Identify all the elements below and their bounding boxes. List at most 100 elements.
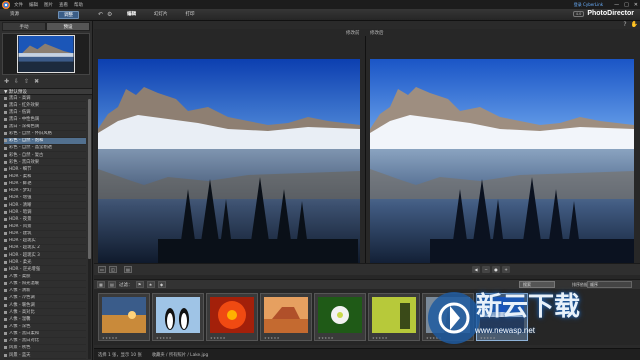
undo-icon[interactable]: ↶ bbox=[98, 11, 103, 18]
preset-item[interactable]: 彩色 - 自然 - 饱和 bbox=[4, 137, 86, 145]
filter-label: 过滤： bbox=[119, 282, 133, 288]
thumbnail-desert[interactable]: ★★★★★ bbox=[260, 293, 312, 341]
maximize-button[interactable]: □ bbox=[624, 2, 629, 8]
preset-item[interactable]: 人像 - 暖色调 bbox=[4, 302, 86, 310]
navigator-thumbnail[interactable] bbox=[17, 35, 75, 73]
rating-stars[interactable]: ★★★★★ bbox=[318, 336, 362, 340]
preset-item[interactable]: HDR - 柔光 bbox=[4, 259, 86, 267]
preset-item[interactable]: 人像 - 温馨 bbox=[4, 316, 86, 324]
preset-item[interactable]: 人像 - 黑白柔和 bbox=[4, 331, 86, 338]
close-button[interactable]: ✕ bbox=[634, 2, 638, 8]
preset-item[interactable]: HDR - 暗调 bbox=[4, 209, 86, 217]
import-icon[interactable]: ⇩ bbox=[14, 78, 19, 85]
sign-in-link[interactable]: 登录 CyberLink bbox=[574, 2, 603, 8]
add-preset-icon[interactable]: ✚ bbox=[4, 78, 9, 85]
preset-item[interactable]: 风景 - 秋色 bbox=[4, 345, 86, 353]
menu-file[interactable]: 文件 bbox=[14, 2, 23, 8]
grid-view-button[interactable]: ▦ bbox=[97, 281, 105, 288]
delete-icon[interactable]: ✖ bbox=[34, 78, 39, 85]
zoom-fit-icon[interactable]: ● bbox=[492, 266, 500, 273]
preset-item[interactable]: 黑白 - 深褐色调 bbox=[4, 124, 86, 131]
settings-icon[interactable]: ⚙ bbox=[107, 11, 112, 18]
menu-edit[interactable]: 编辑 bbox=[29, 2, 38, 8]
thumbnail-road[interactable]: ★★★★★ bbox=[422, 293, 474, 341]
export-icon[interactable]: ⇧ bbox=[24, 78, 29, 85]
preset-item[interactable]: 人像 - 冷色调 bbox=[4, 295, 86, 303]
scroll-thumb[interactable] bbox=[88, 99, 91, 259]
tab-presets[interactable]: 预设 bbox=[46, 22, 90, 31]
menu-view[interactable]: 查看 bbox=[59, 2, 68, 8]
preset-item[interactable]: HDR - 细节 bbox=[4, 166, 86, 174]
rating-stars[interactable]: ★★★★★ bbox=[426, 336, 470, 340]
preset-item[interactable]: HDR - 增强 bbox=[4, 195, 86, 203]
preset-item[interactable]: HDR - 风景 bbox=[4, 224, 86, 231]
rating-stars[interactable]: ★★★★★ bbox=[102, 336, 146, 340]
preset-icon bbox=[4, 282, 7, 286]
thumbnail-penguins[interactable]: ★★★★★ bbox=[152, 293, 204, 341]
preset-item[interactable]: 人像 - 高对比 bbox=[4, 309, 86, 317]
star-filter-button[interactable]: ★ bbox=[146, 281, 155, 288]
preset-item[interactable]: HDR - 超现实 2 bbox=[4, 245, 86, 253]
preset-scrollbar[interactable] bbox=[88, 99, 91, 359]
preset-item[interactable]: HDR - 鲜艳 bbox=[4, 181, 86, 188]
before-photo[interactable] bbox=[98, 59, 360, 263]
rating-stars[interactable]: ★★★★★ bbox=[156, 336, 200, 340]
preset-item[interactable]: 彩色 - 自然 - 怀旧风格 bbox=[4, 131, 86, 138]
preset-item[interactable]: 彩色 - 自然 - 晶莹剔透 bbox=[4, 145, 86, 153]
thumbnail-flower-red[interactable]: ★★★★★ bbox=[206, 293, 258, 341]
preset-item[interactable]: HDR - 清晰 bbox=[4, 202, 86, 210]
flag-filter-button[interactable]: ⚑ bbox=[135, 281, 144, 288]
preset-item[interactable]: 彩色 - 自然 - 复古 bbox=[4, 152, 86, 160]
sort-select[interactable]: 顺序 bbox=[587, 281, 632, 288]
zoom-out-icon[interactable]: − bbox=[482, 266, 490, 273]
help-icon[interactable]: ? bbox=[623, 21, 626, 28]
preset-section-header[interactable]: ▼ 默认预设 bbox=[0, 88, 92, 95]
preset-item[interactable]: 黑白 - 低调 bbox=[4, 109, 86, 117]
preset-item[interactable]: 人像 - 黑白对比 bbox=[4, 338, 86, 345]
preset-item[interactable]: 风景 - 蓝天 bbox=[4, 352, 86, 360]
minimize-button[interactable]: — bbox=[614, 2, 619, 8]
color-filter-button[interactable]: ◆ bbox=[157, 281, 166, 288]
after-photo[interactable] bbox=[370, 59, 634, 263]
preset-item[interactable]: 黑白 - 高调 bbox=[4, 95, 86, 103]
compare-view-button[interactable]: ◫ bbox=[109, 266, 117, 273]
preset-item[interactable]: HDR - 夜景 bbox=[4, 216, 86, 224]
preset-item[interactable]: 人像 - 深色 bbox=[4, 324, 86, 331]
preset-item[interactable]: HDR - 超现实 3 bbox=[4, 252, 86, 260]
preset-item[interactable]: HDR - 超现实 bbox=[4, 238, 86, 245]
menu-photo[interactable]: 图片 bbox=[44, 2, 53, 8]
tab-print[interactable]: 打印 bbox=[177, 11, 204, 19]
menu-help[interactable]: 帮助 bbox=[74, 2, 83, 8]
rating-stars[interactable]: ★★★★★ bbox=[480, 336, 524, 340]
tab-edit[interactable]: 编辑 bbox=[118, 11, 145, 19]
preset-item[interactable]: 人像 - 阳光温暖 bbox=[4, 281, 86, 288]
preset-item[interactable]: 人像 - 清新 bbox=[4, 288, 86, 295]
thumbnail-sunset[interactable]: ★★★★★ bbox=[98, 293, 150, 341]
preset-item[interactable]: HDR - 梦幻 bbox=[4, 188, 86, 195]
thumbnail-white-flower[interactable]: ★★★★★ bbox=[314, 293, 366, 341]
volume-icon[interactable]: ◀ bbox=[472, 266, 480, 273]
preset-item[interactable]: 彩色 - 黑白效果 bbox=[4, 159, 86, 167]
compare-divider[interactable] bbox=[365, 36, 366, 273]
rating-stars[interactable]: ★★★★★ bbox=[210, 336, 254, 340]
list-view-button[interactable]: ▤ bbox=[108, 281, 116, 288]
rating-stars[interactable]: ★★★★★ bbox=[264, 336, 308, 340]
info-button[interactable]: ▤ bbox=[124, 266, 132, 273]
preset-item[interactable]: HDR - 建筑 bbox=[4, 231, 86, 238]
preset-item[interactable]: HDR - 柔和 bbox=[4, 174, 86, 181]
preset-item[interactable]: 黑白 - 中性色调 bbox=[4, 116, 86, 124]
hand-tool-icon[interactable]: ✋ bbox=[631, 21, 638, 28]
preset-item[interactable]: 人像 - 柔肤 bbox=[4, 274, 86, 281]
rating-stars[interactable]: ★★★★★ bbox=[372, 336, 416, 340]
zoom-in-icon[interactable]: + bbox=[502, 266, 510, 273]
tab-slideshow[interactable]: 幻灯片 bbox=[145, 11, 177, 19]
preset-label: 人像 - 黑白柔和 bbox=[9, 331, 40, 337]
thumb-image bbox=[264, 297, 308, 333]
preset-item[interactable]: HDR - 逆光增强 bbox=[4, 266, 86, 274]
preset-item[interactable]: 黑白 - 红外效果 bbox=[4, 102, 86, 110]
tab-manual[interactable]: 手动 bbox=[2, 22, 46, 31]
tab-library[interactable]: 资源 bbox=[4, 11, 25, 19]
thumbnail-yellow-field[interactable]: ★★★★★ bbox=[368, 293, 420, 341]
tab-adjustment[interactable]: 调整 bbox=[58, 11, 79, 19]
single-view-button[interactable]: ▭ bbox=[98, 266, 106, 273]
